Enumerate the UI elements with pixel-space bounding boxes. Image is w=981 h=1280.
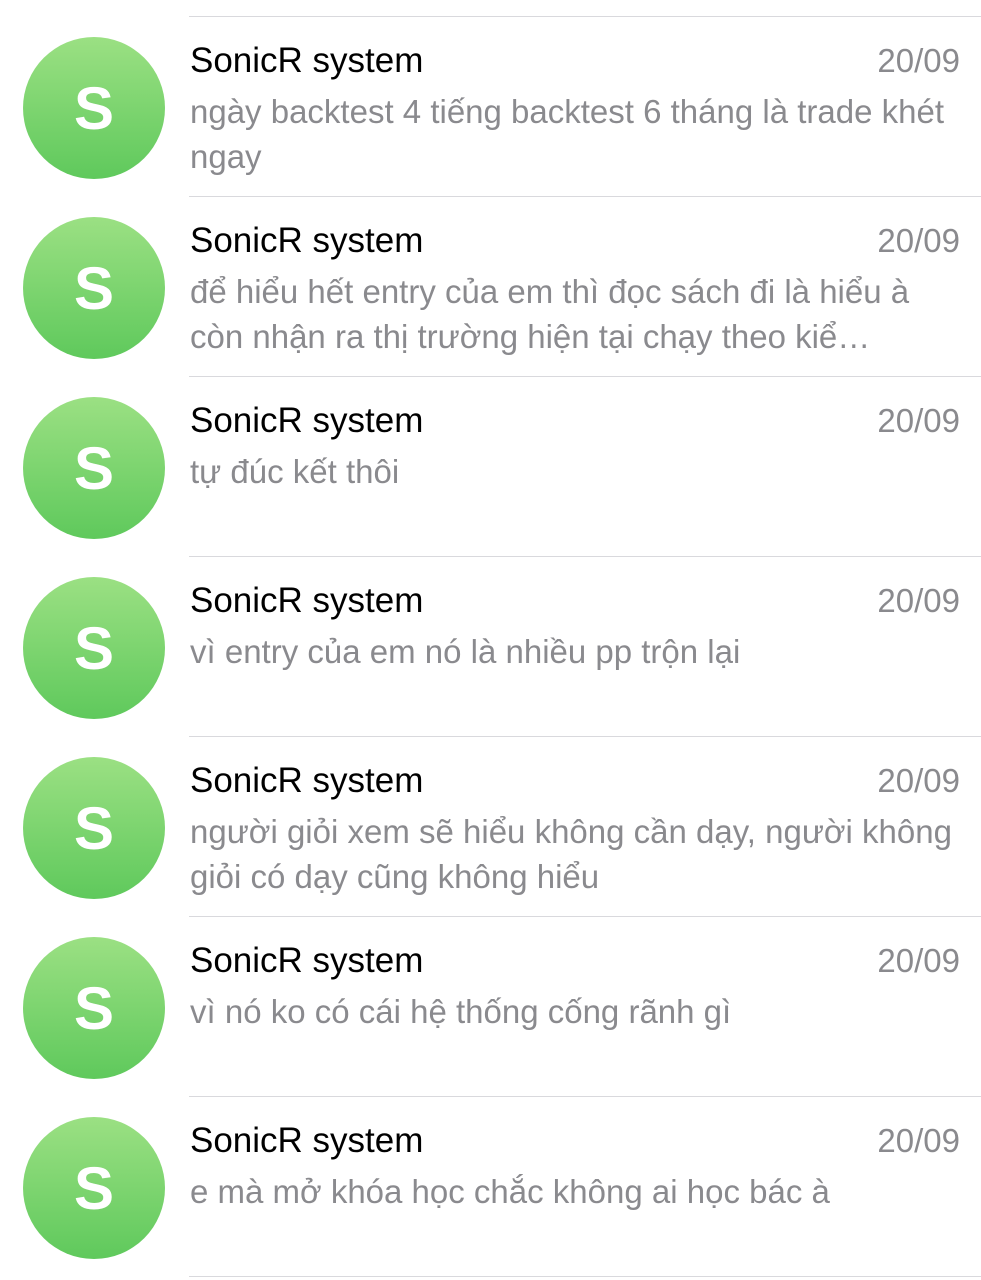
- conversation-list: S SonicR system 20/09 ngày backtest 4 ti…: [0, 0, 981, 1280]
- avatar: S: [23, 37, 165, 179]
- message-preview: vì entry của em nó là nhiều pp trộn lại: [190, 633, 741, 670]
- message-date: 20/09: [877, 402, 960, 439]
- conversation-row[interactable]: S SonicR system 20/09 người giỏi xem sẽ …: [0, 737, 981, 917]
- avatar: S: [23, 577, 165, 719]
- message-preview: người giỏi xem sẽ hiểu không cần dạy, ng…: [190, 813, 952, 895]
- message-date: 20/09: [877, 222, 960, 259]
- message-preview: e mà mở khóa học chắc không ai học bác à: [190, 1173, 830, 1210]
- conversation-row[interactable]: S SonicR system 20/09 vì nó ko có cái hệ…: [0, 917, 981, 1097]
- row-divider: [189, 1276, 981, 1277]
- contact-name: SonicR system: [190, 1121, 424, 1160]
- avatar-letter: S: [73, 975, 115, 1042]
- contact-name: SonicR system: [190, 761, 424, 800]
- message-preview: tự đúc kết thôi: [190, 453, 400, 490]
- avatar: S: [23, 937, 165, 1079]
- message-date: 20/09: [877, 762, 960, 799]
- avatar-letter: S: [73, 795, 115, 862]
- avatar-letter: S: [73, 75, 115, 142]
- conversation-row[interactable]: S SonicR system 20/09 vì entry của em nó…: [0, 557, 981, 737]
- contact-name: SonicR system: [190, 581, 424, 620]
- avatar: S: [23, 1117, 165, 1259]
- conversation-row[interactable]: S SonicR system 20/09 tự đúc kết thôi: [0, 377, 981, 557]
- message-preview: ngày backtest 4 tiếng backtest 6 tháng l…: [190, 93, 944, 175]
- avatar: S: [23, 397, 165, 539]
- contact-name: SonicR system: [190, 221, 424, 260]
- avatar-letter: S: [73, 615, 115, 682]
- avatar-letter: S: [73, 255, 115, 322]
- contact-name: SonicR system: [190, 401, 424, 440]
- avatar: S: [23, 217, 165, 359]
- contact-name: SonicR system: [190, 41, 424, 80]
- contact-name: SonicR system: [190, 941, 424, 980]
- message-date: 20/09: [877, 582, 960, 619]
- conversation-row[interactable]: S SonicR system 20/09 để hiểu hết entry …: [0, 197, 981, 377]
- avatar-letter: S: [73, 435, 115, 502]
- avatar: S: [23, 757, 165, 899]
- message-date: 20/09: [877, 42, 960, 79]
- conversation-row[interactable]: S SonicR system 20/09 ngày backtest 4 ti…: [0, 17, 981, 197]
- avatar-letter: S: [73, 1155, 115, 1222]
- message-preview: để hiểu hết entry của em thì đọc sách đi…: [190, 273, 910, 355]
- message-date: 20/09: [877, 942, 960, 979]
- message-preview: vì nó ko có cái hệ thống cống rãnh gì: [190, 993, 732, 1030]
- message-date: 20/09: [877, 1122, 960, 1159]
- conversation-row[interactable]: S SonicR system 20/09 e mà mở khóa học c…: [0, 1097, 981, 1277]
